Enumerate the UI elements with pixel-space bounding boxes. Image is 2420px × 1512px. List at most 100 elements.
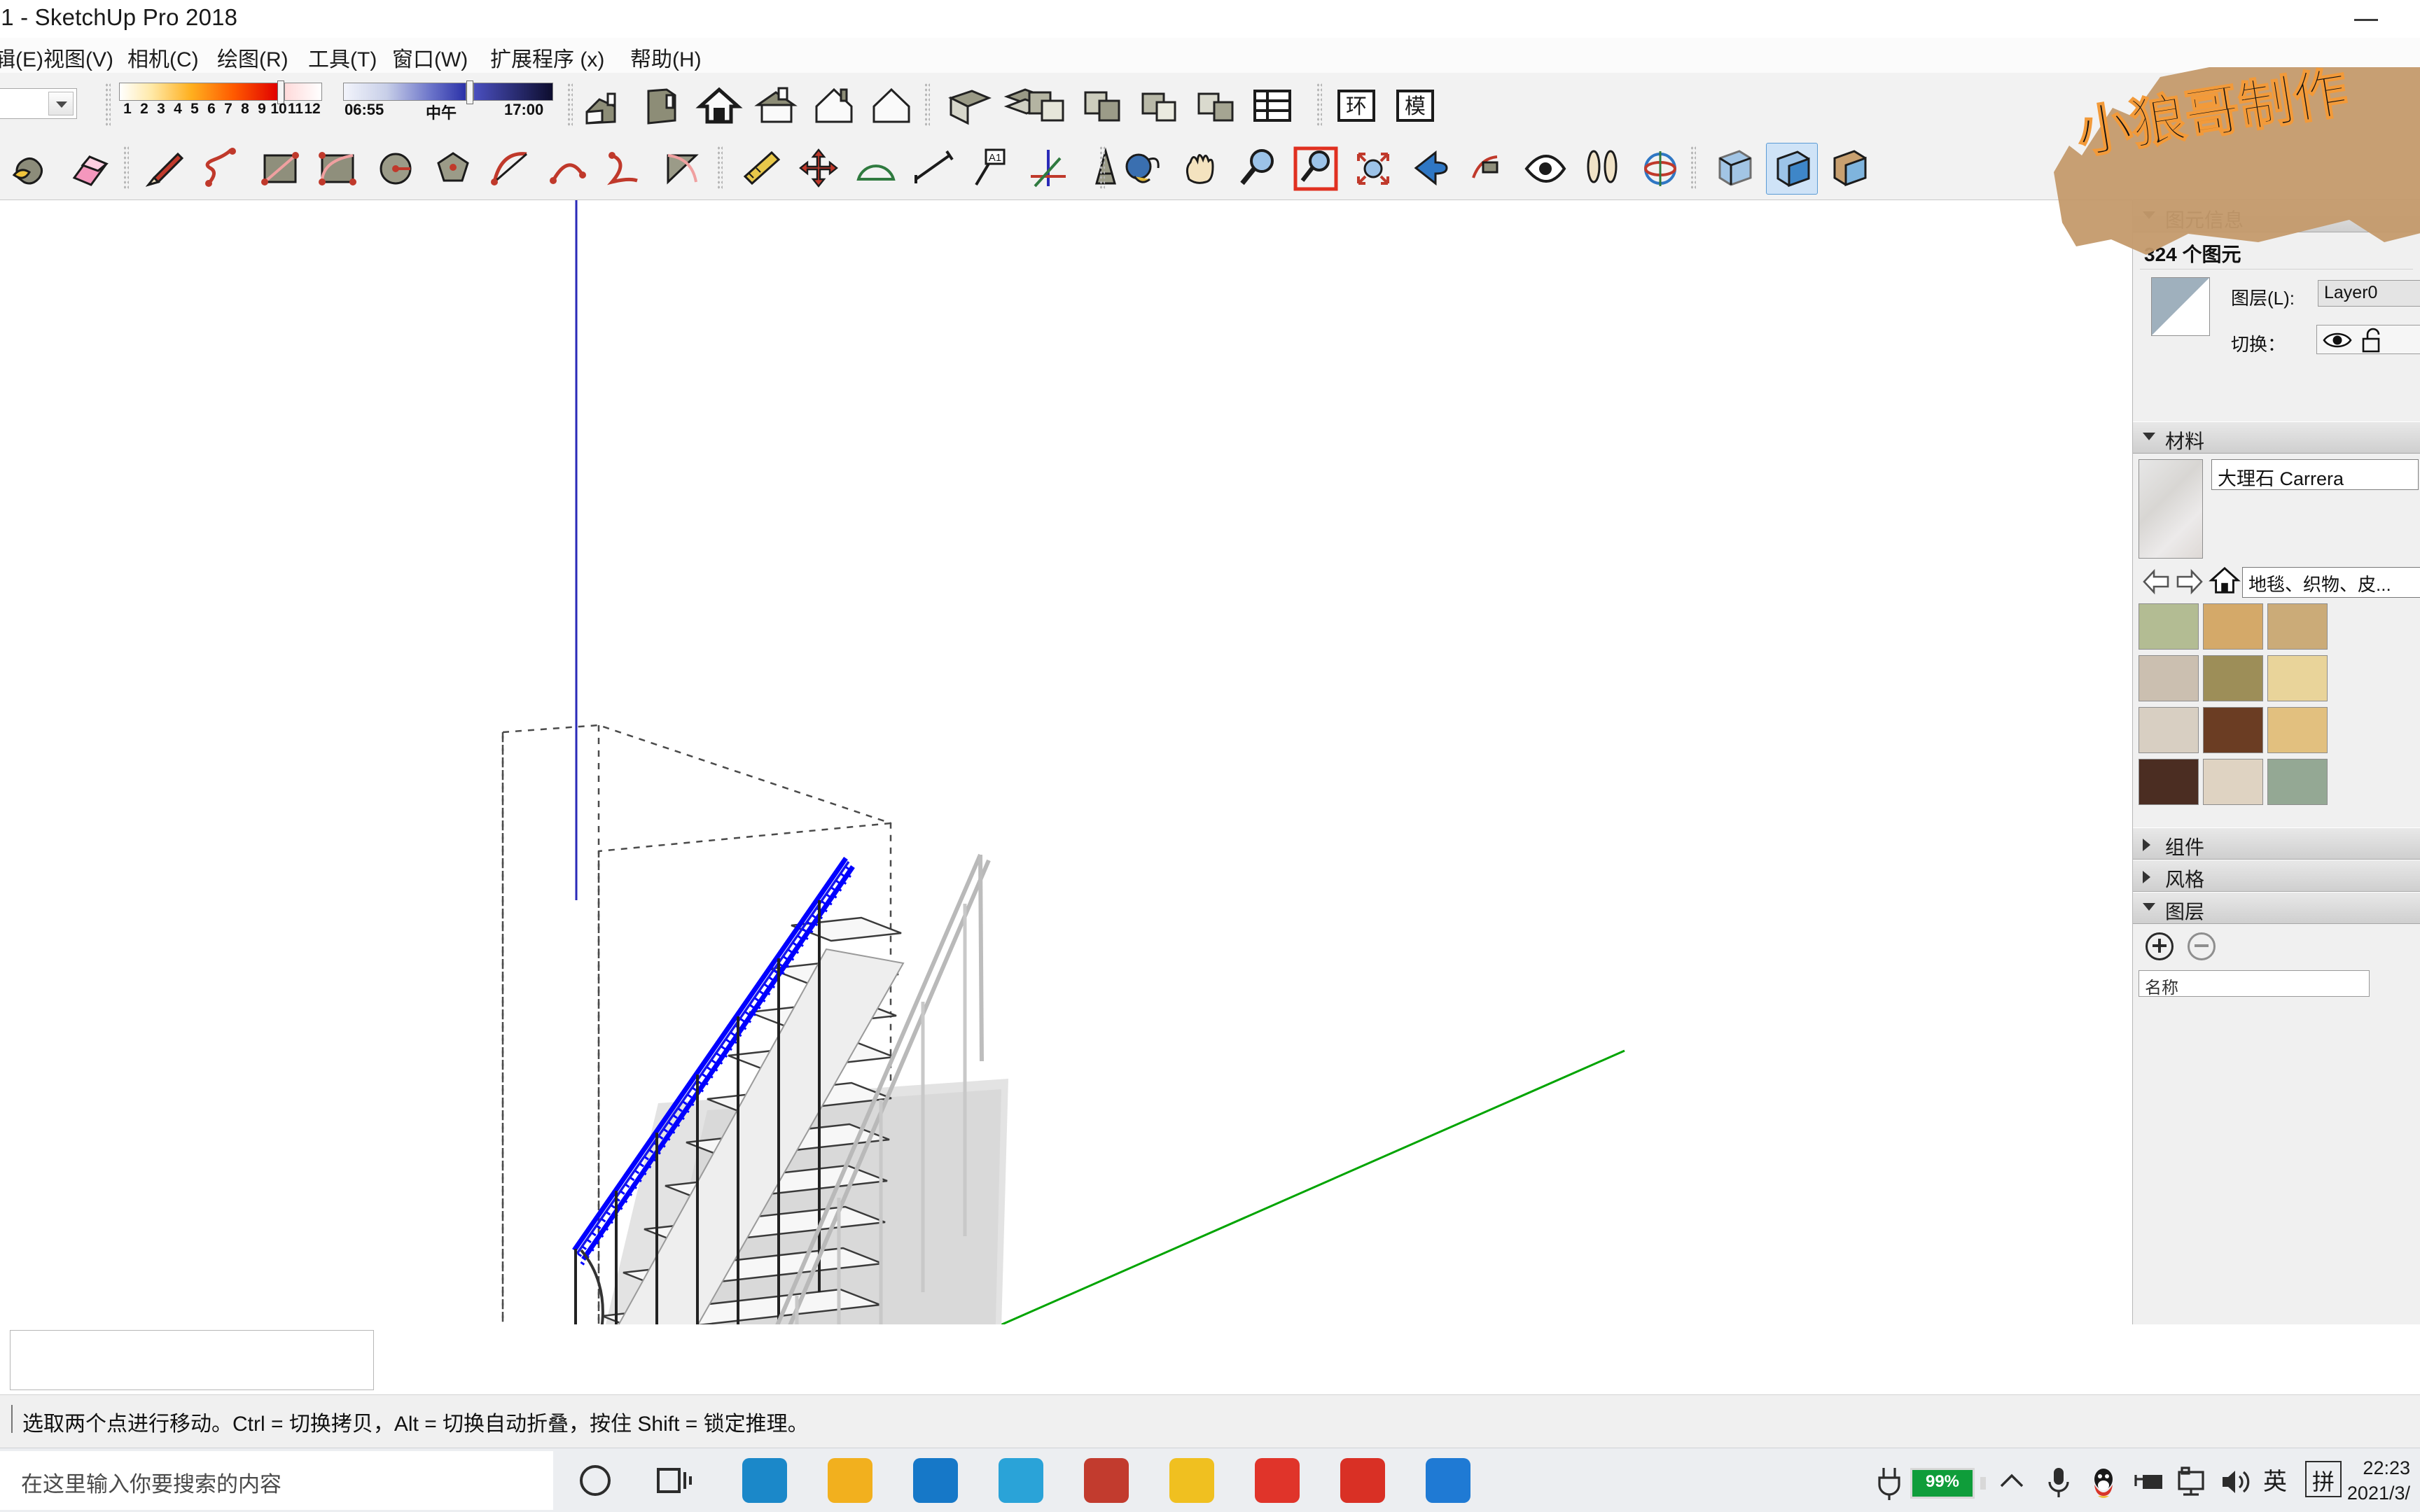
text-tool-button[interactable]: A1 bbox=[965, 143, 1017, 195]
measurements-box[interactable] bbox=[10, 1330, 374, 1390]
line-tool-button[interactable] bbox=[140, 143, 192, 195]
move-tool-button[interactable] bbox=[793, 143, 844, 195]
chevron-right-icon[interactable] bbox=[2143, 871, 2150, 883]
tape-measure-tool-button[interactable] bbox=[735, 143, 787, 195]
material-name-field[interactable]: 大理石 Carrera bbox=[2211, 459, 2419, 490]
view-top-button[interactable] bbox=[693, 80, 745, 132]
menu-item-6[interactable]: 扩展程序 (x) bbox=[490, 42, 604, 73]
material-swatch[interactable] bbox=[2267, 707, 2328, 753]
material-library-select[interactable]: 地毯、织物、皮... bbox=[2242, 567, 2420, 598]
pdf-icon[interactable] bbox=[1340, 1458, 1385, 1503]
style-shaded-button[interactable] bbox=[1766, 143, 1818, 195]
home-icon[interactable] bbox=[2209, 566, 2241, 595]
walk-tool-button[interactable] bbox=[1577, 143, 1629, 195]
orbit-tool-button[interactable] bbox=[1634, 143, 1686, 195]
chevron-down-icon[interactable] bbox=[2143, 903, 2155, 911]
volume-icon[interactable] bbox=[2217, 1464, 2255, 1500]
menu-item-7[interactable]: 帮助(H) bbox=[630, 42, 702, 73]
minimize-button[interactable] bbox=[2349, 7, 2391, 31]
style-dropdown[interactable] bbox=[0, 88, 77, 119]
microphone-icon[interactable] bbox=[2042, 1464, 2075, 1500]
toolbar-grip-3[interactable] bbox=[1316, 83, 1322, 126]
material-swatch[interactable] bbox=[2203, 603, 2263, 650]
polygon-tool-button[interactable] bbox=[427, 143, 479, 195]
outliner-button[interactable] bbox=[1190, 80, 1242, 132]
grid-button[interactable] bbox=[1246, 80, 1298, 132]
section-plane-button[interactable] bbox=[944, 80, 996, 132]
network-plug-icon[interactable] bbox=[2130, 1464, 2167, 1499]
material-swatch[interactable] bbox=[2203, 707, 2263, 753]
two-point-arc-tool-button[interactable] bbox=[542, 143, 594, 195]
model-viewport[interactable] bbox=[0, 200, 2132, 1324]
panel-header-components[interactable]: 组件 bbox=[2133, 827, 2420, 860]
model-canvas[interactable] bbox=[0, 200, 2132, 1324]
panel-header-entity-info[interactable]: 图元信息 bbox=[2133, 200, 2420, 232]
select-tool-button[interactable] bbox=[7, 143, 59, 195]
chevron-down-icon[interactable] bbox=[48, 92, 74, 115]
toolbar-grip-b-2[interactable] bbox=[1099, 146, 1105, 189]
taskbar-clock[interactable]: 22:23 2021/3/ bbox=[2347, 1455, 2410, 1506]
material-swatch[interactable] bbox=[2267, 655, 2328, 701]
menu-item-4[interactable]: 工具(T) bbox=[308, 42, 377, 73]
chevron-right-icon[interactable] bbox=[2143, 839, 2150, 851]
style-xray-button[interactable] bbox=[1709, 143, 1760, 195]
layer-select[interactable]: Layer0 bbox=[2318, 280, 2420, 307]
model-button[interactable]: 模 bbox=[1389, 80, 1441, 132]
toolbar-grip-b-1[interactable] bbox=[717, 146, 723, 189]
solid-tools-button[interactable] bbox=[1134, 80, 1186, 132]
sketchup-icon[interactable] bbox=[1084, 1458, 1129, 1503]
chevron-up-icon[interactable] bbox=[1994, 1464, 2029, 1499]
pan-tool-button[interactable] bbox=[1175, 143, 1227, 195]
battery-indicator[interactable]: 99% bbox=[1910, 1468, 1986, 1499]
menu-item-5[interactable]: 窗口(W) bbox=[392, 42, 468, 73]
zoom-window-tool-button[interactable] bbox=[1290, 143, 1342, 195]
style-textured-button[interactable] bbox=[1823, 143, 1875, 195]
group-button[interactable] bbox=[1022, 80, 1074, 132]
taskbar-search-input[interactable]: 在这里输入你要搜索的内容 bbox=[0, 1451, 553, 1510]
material-swatch[interactable] bbox=[2203, 759, 2263, 805]
view-right-button[interactable] bbox=[751, 80, 802, 132]
edge-icon[interactable] bbox=[742, 1458, 787, 1503]
unlock-icon[interactable] bbox=[2359, 326, 2388, 354]
panel-header-layers[interactable]: 图层 bbox=[2133, 892, 2420, 924]
arrow-left-icon[interactable] bbox=[2140, 567, 2172, 596]
material-preview-swatch[interactable] bbox=[2139, 459, 2203, 559]
material-swatch[interactable] bbox=[2139, 655, 2199, 701]
look-around-button[interactable] bbox=[1520, 143, 1571, 195]
network-monitor-icon[interactable] bbox=[2174, 1464, 2209, 1500]
freehand-tool-button[interactable] bbox=[197, 143, 249, 195]
task-view-icon[interactable] bbox=[651, 1458, 696, 1503]
position-camera-button[interactable] bbox=[1462, 143, 1514, 195]
material-swatch[interactable] bbox=[2139, 759, 2199, 805]
menu-item-1[interactable]: 视图(V) bbox=[43, 42, 113, 73]
eraser-tool-button[interactable] bbox=[64, 143, 116, 195]
view-front-button[interactable] bbox=[636, 80, 688, 132]
menu-item-3[interactable]: 绘图(R) bbox=[217, 42, 288, 73]
toolbar-grip-b-0[interactable] bbox=[123, 146, 129, 189]
dimension-tool-button[interactable] bbox=[908, 143, 959, 195]
chevron-down-icon[interactable] bbox=[2143, 211, 2155, 219]
toolbar-grip-2[interactable] bbox=[924, 83, 930, 126]
menu-item-0[interactable]: 辑(E) bbox=[0, 42, 43, 73]
rotated-rectangle-tool-button[interactable] bbox=[312, 143, 364, 195]
ring-button[interactable]: 环 bbox=[1330, 80, 1382, 132]
remove-layer-button[interactable] bbox=[2188, 932, 2216, 960]
panel-header-materials[interactable]: 材料 bbox=[2133, 421, 2420, 454]
shadow-time-thumb[interactable] bbox=[466, 80, 473, 104]
visibility-toggle-group[interactable] bbox=[2316, 325, 2420, 354]
circle-tool-button[interactable] bbox=[370, 143, 422, 195]
previous-view-button[interactable] bbox=[1405, 143, 1456, 195]
arc-tool-button[interactable] bbox=[485, 143, 536, 195]
paint-bucket-tool-button[interactable] bbox=[1118, 143, 1169, 195]
recorder-icon[interactable] bbox=[1255, 1458, 1300, 1503]
panel-header-styles[interactable]: 风格 bbox=[2133, 860, 2420, 892]
material-swatch[interactable] bbox=[2203, 655, 2263, 701]
rectangle-tool-button[interactable] bbox=[255, 143, 307, 195]
ime-mode-indicator[interactable]: 拼 bbox=[2305, 1461, 2342, 1497]
ime-language-indicator[interactable]: 英 bbox=[2263, 1462, 2287, 1497]
chevron-down-icon[interactable] bbox=[2143, 433, 2155, 440]
material-swatch[interactable] bbox=[2139, 603, 2199, 650]
pie-tool-button[interactable] bbox=[657, 143, 709, 195]
material-swatch[interactable] bbox=[2267, 603, 2328, 650]
view-iso-button[interactable] bbox=[578, 80, 630, 132]
